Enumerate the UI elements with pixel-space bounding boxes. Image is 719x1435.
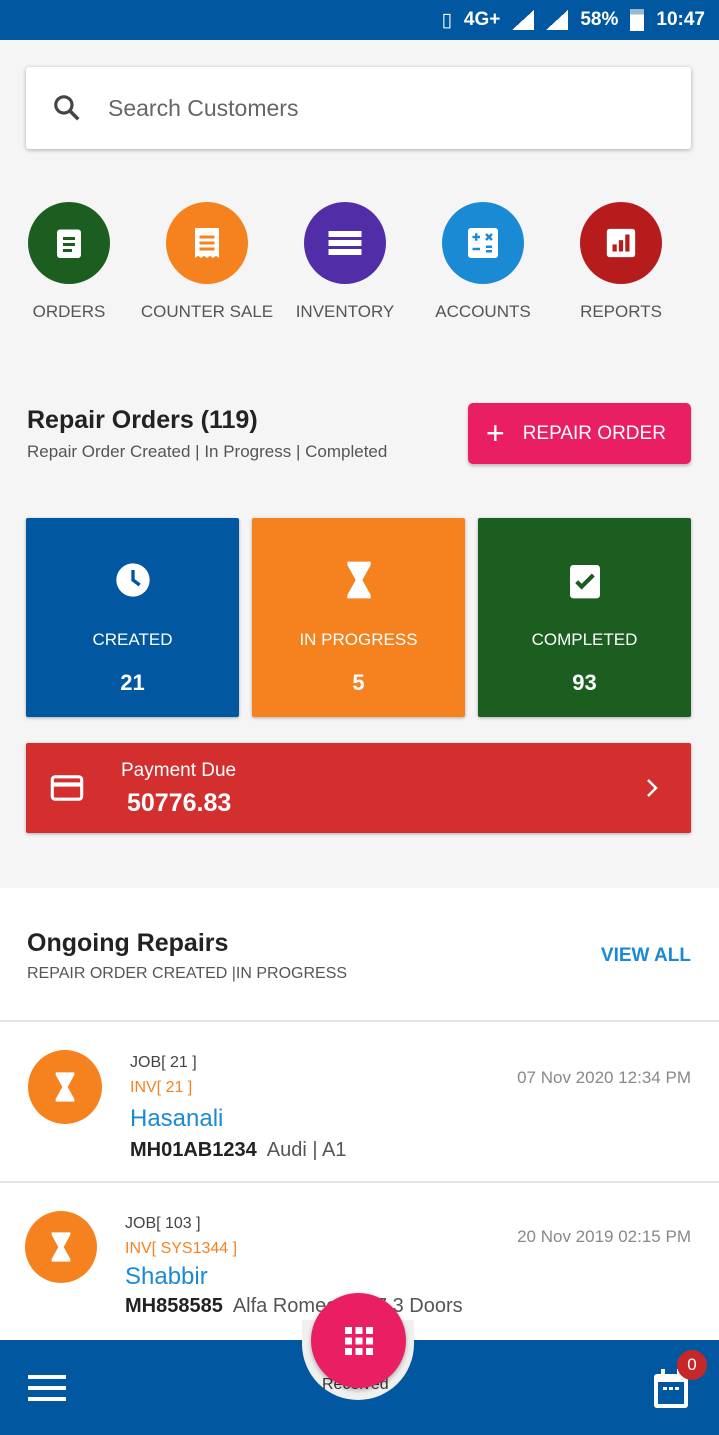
search-icon bbox=[54, 95, 80, 121]
clock: 10:47 bbox=[656, 9, 705, 30]
ongoing-repairs-title: Ongoing Repairs bbox=[27, 929, 229, 957]
order-date: 07 Nov 2020 12:34 PM bbox=[517, 1068, 691, 1087]
hourglass-icon bbox=[28, 1050, 102, 1124]
order-date: 20 Nov 2019 02:15 PM bbox=[517, 1227, 691, 1246]
quick-action-counter-sale[interactable]: COUNTER SALE bbox=[138, 202, 276, 322]
quick-action-label: ORDERS bbox=[32, 302, 106, 321]
signal-icon bbox=[512, 10, 535, 30]
network-type: 4G+ bbox=[463, 9, 501, 30]
quick-actions: ORDERS COUNTER SALE INVENTORY ACCOUNTS R… bbox=[0, 202, 719, 322]
calculator-icon bbox=[442, 202, 524, 284]
vehicle-info: MH858585Alfa Romeo | 147 3 Doors bbox=[125, 1295, 463, 1318]
tile-completed[interactable]: COMPLETED 93 bbox=[478, 518, 691, 717]
customer-name[interactable]: Shabbir bbox=[125, 1263, 208, 1291]
quick-action-label: COUNTER SALE bbox=[140, 302, 274, 321]
payment-due-label: Payment Due bbox=[121, 760, 237, 781]
clock-icon bbox=[115, 563, 150, 597]
ongoing-repairs-section: Ongoing Repairs REPAIR ORDER CREATED |IN… bbox=[0, 888, 719, 1348]
plus-icon: + bbox=[486, 415, 505, 451]
credit-card-icon bbox=[50, 775, 84, 801]
quick-action-reports[interactable]: REPORTS bbox=[552, 202, 690, 322]
plate-number: MH858585 bbox=[125, 1295, 223, 1317]
quick-action-label: ACCOUNTS bbox=[435, 302, 531, 321]
clipboard-icon bbox=[28, 202, 110, 284]
chart-icon bbox=[580, 202, 662, 284]
car-model: Audi | A1 bbox=[266, 1139, 347, 1161]
quick-action-label: INVENTORY bbox=[295, 302, 395, 321]
list-item[interactable]: JOB[ 21 ] INV[ 21 ] Hasanali MH01AB1234 A… bbox=[0, 1020, 719, 1182]
status-bar: ▯ 4G+ 58% 10:47 bbox=[0, 0, 719, 40]
quick-action-accounts[interactable]: ACCOUNTS bbox=[414, 202, 552, 322]
add-repair-order-button[interactable]: + REPAIR ORDER bbox=[468, 403, 691, 464]
invoice-number: INV[ SYS1344 ] bbox=[125, 1240, 238, 1257]
tile-label: COMPLETED bbox=[531, 630, 638, 649]
invoice-number: INV[ 21 ] bbox=[130, 1079, 193, 1096]
battery-percent: 58% bbox=[580, 9, 619, 30]
quick-action-label: REPORTS bbox=[580, 302, 662, 321]
payment-due-card[interactable]: Payment Due 50776.83 bbox=[26, 743, 691, 833]
vehicle-info: MH01AB1234 Audi | A1 bbox=[130, 1139, 346, 1162]
tile-label: IN PROGRESS bbox=[299, 630, 418, 649]
calendar-badge: 0 bbox=[677, 1350, 707, 1380]
quick-action-orders[interactable]: ORDERS bbox=[0, 202, 138, 322]
repair-orders-subtitle: Repair Order Created | In Progress | Com… bbox=[27, 442, 388, 461]
quick-action-inventory[interactable]: INVENTORY bbox=[276, 202, 414, 322]
receipt-icon bbox=[166, 202, 248, 284]
tile-value: 5 bbox=[352, 670, 365, 695]
view-all-link[interactable]: VIEW ALL bbox=[601, 945, 691, 967]
search-placeholder: Search Customers bbox=[108, 94, 299, 121]
vibrate-icon: ▯ bbox=[441, 9, 452, 31]
repair-orders-title: Repair Orders (119) bbox=[27, 406, 258, 434]
tile-in-progress[interactable]: IN PROGRESS 5 bbox=[252, 518, 465, 717]
add-repair-order-label: REPAIR ORDER bbox=[522, 422, 666, 444]
plate-number: MH01AB1234 bbox=[130, 1139, 257, 1161]
list-icon bbox=[304, 202, 386, 284]
tile-label: CREATED bbox=[92, 630, 173, 649]
hourglass-icon bbox=[25, 1211, 97, 1283]
grid-icon bbox=[344, 1326, 373, 1355]
apps-fab-button[interactable] bbox=[311, 1293, 406, 1388]
clipboard-check-icon bbox=[569, 565, 600, 599]
ongoing-repairs-subtitle: REPAIR ORDER CREATED |IN PROGRESS bbox=[27, 965, 348, 982]
job-number: JOB[ 103 ] bbox=[125, 1215, 201, 1232]
job-number: JOB[ 21 ] bbox=[130, 1054, 197, 1071]
search-input[interactable]: Search Customers bbox=[26, 67, 691, 149]
tile-value: 21 bbox=[120, 670, 145, 695]
tile-created[interactable]: CREATED 21 bbox=[26, 518, 239, 717]
battery-icon bbox=[630, 9, 645, 31]
chevron-right-icon bbox=[647, 779, 658, 797]
tile-value: 93 bbox=[572, 670, 597, 695]
signal-icon bbox=[546, 10, 569, 30]
payment-due-amount: 50776.83 bbox=[127, 789, 232, 817]
menu-icon[interactable] bbox=[28, 1375, 66, 1401]
hourglass-icon bbox=[346, 561, 371, 599]
customer-name[interactable]: Hasanali bbox=[130, 1105, 223, 1133]
